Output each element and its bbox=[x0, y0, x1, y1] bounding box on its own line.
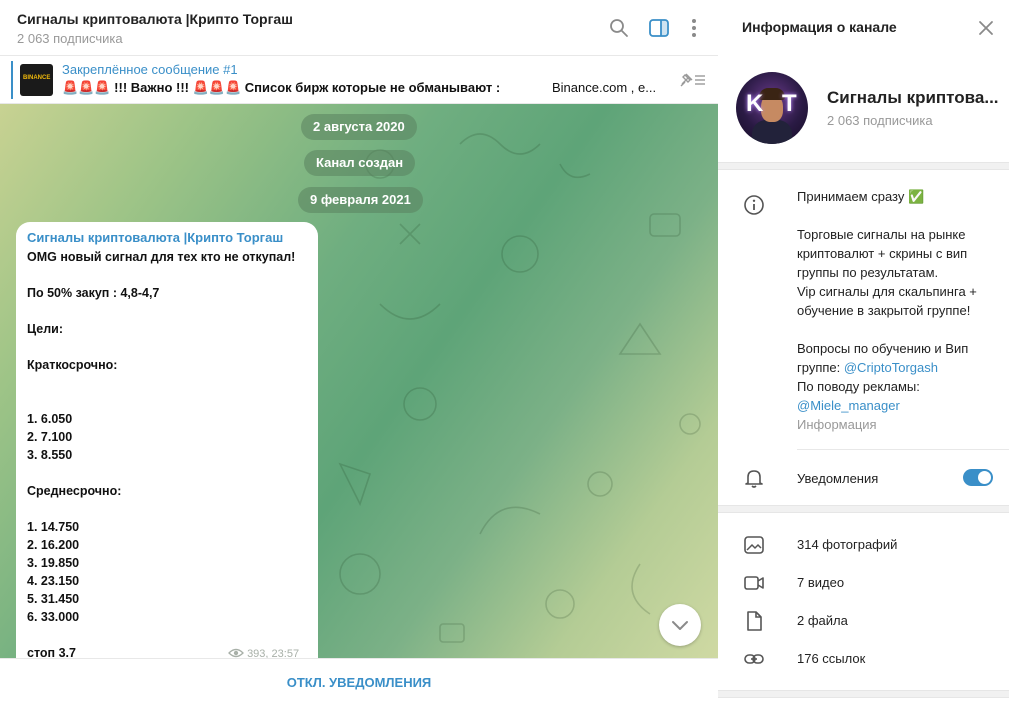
message-time: 23:57 bbox=[271, 648, 300, 658]
mute-notifications-button[interactable]: ОТКЛ. УВЕДОМЛЕНИЯ bbox=[0, 659, 718, 705]
service-message: Канал создан bbox=[304, 150, 416, 176]
chat-panel: Сигналы криптовалюта |Крипто Торгаш 2 06… bbox=[0, 0, 718, 705]
chevron-down-icon bbox=[672, 621, 688, 630]
description-line: По поводу рекламы: bbox=[797, 379, 920, 394]
message-feed[interactable]: 2 августа 2020 Канал создан 9 февраля 20… bbox=[0, 104, 718, 658]
bell-icon bbox=[745, 470, 763, 488]
channel-info-panel: Информация о канале K T Сигналы криптова… bbox=[718, 0, 1009, 705]
divider bbox=[797, 449, 1009, 450]
chat-header[interactable]: Сигналы криптовалюта |Крипто Торгаш 2 06… bbox=[0, 0, 718, 56]
message-bubble[interactable]: Сигналы криптовалюта |Крипто Торгаш OMG … bbox=[16, 222, 318, 658]
more-vertical-icon[interactable] bbox=[682, 16, 706, 40]
chat-footer: ОТКЛ. УВЕДОМЛЕНИЯ bbox=[0, 658, 718, 705]
pinned-thumbnail-logo: BINANCE bbox=[23, 75, 51, 81]
avatar-letter: T bbox=[782, 90, 797, 117]
media-videos[interactable]: 7 видео bbox=[797, 575, 844, 590]
notifications-label: Уведомления bbox=[797, 471, 879, 486]
pinned-text: 🚨🚨🚨 !!! Важно !!! 🚨🚨🚨 Список бирж которы… bbox=[62, 80, 501, 95]
notifications-toggle[interactable] bbox=[963, 469, 993, 486]
section-divider bbox=[718, 162, 1009, 170]
media-photos[interactable]: 314 фотографий bbox=[797, 537, 897, 552]
section-divider bbox=[718, 505, 1009, 513]
media-files[interactable]: 2 файла bbox=[797, 613, 848, 628]
pinned-title: Закреплённое сообщение #1 bbox=[62, 62, 238, 77]
channel-name: Сигналы криптова... bbox=[827, 88, 999, 107]
message-views: 393 bbox=[247, 648, 266, 658]
date-separator: 2 августа 2020 bbox=[301, 114, 417, 140]
pinned-message-bar[interactable]: BINANCE Закреплённое сообщение #1 🚨🚨🚨 !!… bbox=[0, 56, 718, 104]
channel-description: Принимаем сразу ✅ Торговые сигналы на ры… bbox=[797, 187, 1002, 434]
channel-title[interactable]: Сигналы криптовалюта |Крипто Торгаш bbox=[17, 11, 293, 27]
contact-link[interactable]: @CriptoTorgash bbox=[844, 360, 938, 375]
pinned-indicator bbox=[11, 61, 13, 99]
link-icon bbox=[744, 654, 764, 664]
photo-icon bbox=[744, 536, 764, 554]
description-line: Принимаем сразу ✅ bbox=[797, 189, 925, 204]
description-line: Торговые сигналы на рынке криптовалют + … bbox=[797, 227, 977, 318]
message-author[interactable]: Сигналы криптовалюта |Крипто Торгаш bbox=[27, 230, 283, 245]
section-divider bbox=[718, 690, 1009, 698]
channel-avatar[interactable]: K T bbox=[736, 72, 808, 144]
pinned-thumbnail: BINANCE bbox=[20, 64, 53, 96]
ads-contact-link[interactable]: @Miele_manager bbox=[797, 398, 900, 413]
message-text: OMG новый сигнал для тех кто не откупал!… bbox=[27, 250, 296, 658]
search-icon[interactable] bbox=[607, 16, 631, 40]
info-icon bbox=[744, 195, 764, 215]
media-links[interactable]: 176 ссылок bbox=[797, 651, 865, 666]
scroll-down-button[interactable] bbox=[659, 604, 701, 646]
pinned-text-tail: Binance.com , e... bbox=[552, 80, 657, 95]
unpin-icon[interactable] bbox=[678, 70, 708, 90]
telegram-window: Сигналы криптовалюта |Крипто Торгаш 2 06… bbox=[0, 0, 1009, 705]
info-panel-title: Информация о канале bbox=[742, 19, 897, 35]
date-separator: 9 февраля 2021 bbox=[298, 187, 423, 213]
channel-subscribers: 2 063 подписчика bbox=[827, 113, 933, 128]
message-meta: 393, 23:57 bbox=[228, 648, 299, 658]
sidebar-toggle-icon[interactable] bbox=[647, 16, 671, 40]
file-icon bbox=[747, 611, 762, 631]
description-label: Информация bbox=[797, 417, 877, 432]
views-icon bbox=[228, 648, 247, 658]
toggle-knob bbox=[978, 471, 991, 484]
subscriber-count: 2 063 подписчика bbox=[17, 31, 123, 46]
video-icon bbox=[744, 576, 764, 590]
avatar-letter: K bbox=[746, 90, 764, 117]
close-icon[interactable] bbox=[976, 18, 996, 38]
